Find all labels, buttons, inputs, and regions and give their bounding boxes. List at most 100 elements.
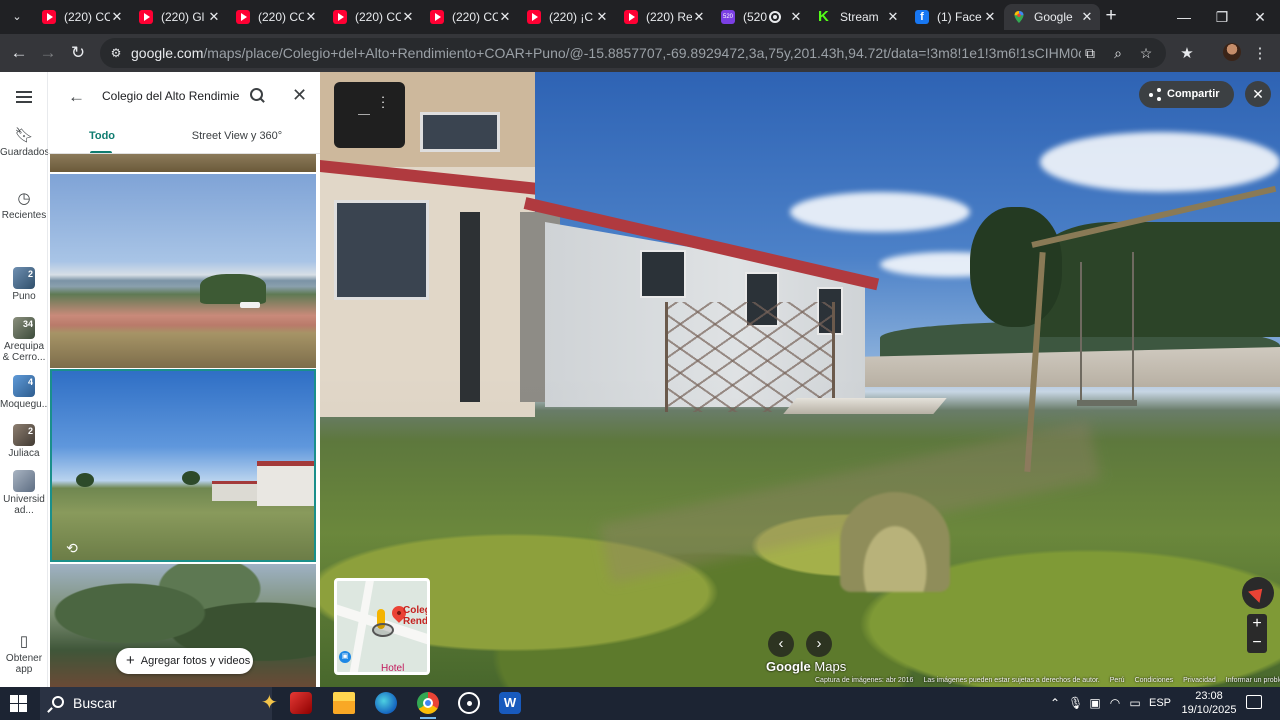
reload-icon[interactable]: ↻ [66,41,90,65]
language-indicator[interactable]: ESP [1148,695,1172,711]
browser-tab[interactable]: (220) Re ✕ [616,4,712,30]
back-icon[interactable]: ← [7,41,31,65]
menu-icon[interactable] [16,91,32,103]
bookmarks-icon[interactable]: ★ [1176,43,1198,65]
notifications-icon[interactable] [1246,695,1262,709]
country-link[interactable]: Perú [1110,677,1125,687]
minimize-window-icon[interactable]: — [1169,6,1199,28]
close-tab-icon[interactable]: ✕ [207,9,221,25]
browser-tab[interactable]: (220) CC ✕ [228,4,324,30]
word-app-icon[interactable]: W [499,692,521,714]
rail-item-recents[interactable]: ◷ Recientes [0,190,48,222]
street-view-menu[interactable]: · · · [334,82,405,148]
close-tab-icon[interactable]: ✕ [886,9,900,25]
tab-street-view[interactable]: Street View y 360° [188,130,286,142]
rail-item-place[interactable]: 2 Puno [0,267,48,303]
address-bar[interactable]: ⚙ google.com/maps/place/Colegio+del+Alto… [100,38,1166,68]
place-thumbnail: 2 [13,424,35,446]
search-input[interactable]: Colegio del Alto Rendimiento COAR Puno [102,89,240,103]
install-app-icon[interactable]: ⧉ [1080,43,1100,63]
rail-item-place[interactable]: 4 Moquegu... [0,375,50,411]
zoom-out-button[interactable]: − [1247,633,1267,653]
screen-recorder-icon[interactable] [458,692,480,714]
close-street-view-button[interactable]: ✕ [1245,81,1271,107]
close-tab-icon[interactable]: ✕ [304,9,318,25]
search-box[interactable]: ← Colegio del Alto Rendimiento COAR Puno… [58,80,311,114]
report-problem-link[interactable]: Informar un problema [1226,677,1280,687]
map-road [346,581,376,672]
mini-map[interactable]: Colegio Rendi ▣ Hotel Puma [334,578,430,675]
browser-tab[interactable]: (220) CC ✕ [34,4,130,30]
privacy-link[interactable]: Privacidad [1183,677,1216,687]
compass-icon[interactable] [1242,577,1274,609]
windows-taskbar: Buscar ✦ W ⌃ 🎙︎ ▣ ◠ ▭ ESP 23:08 19/10/20… [0,687,1280,720]
menu-kebab-icon[interactable]: ⋮ [1249,43,1271,65]
youtube-icon [139,10,153,24]
copilot-sparkle-icon[interactable]: ✦ [261,692,278,714]
terms-link[interactable]: Condiciones [1135,677,1174,687]
close-tab-icon[interactable]: ✕ [110,9,124,25]
browser-tab[interactable]: (220) ¡C ✕ [519,4,615,30]
profile-avatar[interactable] [1223,43,1241,61]
rail-item-place[interactable]: 2 Juliaca [0,424,48,460]
back-arrow-icon[interactable]: ← [68,87,85,107]
zoom-in-button[interactable]: + [1247,614,1267,634]
site-info-icon[interactable]: ⚙ [108,45,124,61]
close-tab-icon[interactable]: ✕ [1080,9,1094,25]
rail-item-saved[interactable]: 🔖︎ Guardados [0,127,49,159]
browser-tab[interactable]: (220) Gl ✕ [131,4,227,30]
file-explorer-icon[interactable] [333,692,355,714]
battery-icon[interactable]: ▭ [1128,695,1142,711]
show-hidden-icons-icon[interactable]: ⌃ [1048,695,1062,711]
wifi-icon[interactable]: ◠ [1108,695,1122,711]
new-tab-button[interactable]: + [1100,6,1122,28]
close-tab-icon[interactable]: ✕ [595,9,609,25]
chrome-browser-icon[interactable] [417,692,439,719]
street-view-panorama[interactable] [320,72,1280,687]
photo-thumbnail[interactable] [50,154,316,172]
close-tab-icon[interactable]: ✕ [789,9,803,25]
rail-item-label: Universid ad... [3,494,45,516]
rail-item-place[interactable]: Universid ad... [0,470,48,516]
browser-tab[interactable]: 520 (520 ✕ [713,4,809,30]
capture-date: Captura de imágenes: abr 2016 [815,677,914,684]
restore-window-icon[interactable]: ❐ [1207,6,1237,28]
more-options-icon[interactable]: · · · [380,90,386,113]
add-photos-button[interactable]: + Agregar fotos y videos [116,648,253,674]
tab-all[interactable]: Todo [78,130,126,142]
bookmark-star-icon[interactable]: ☆ [1136,43,1156,63]
camera-icon[interactable]: ▣ [1088,695,1102,711]
close-tab-icon[interactable]: ✕ [401,9,415,25]
close-window-icon[interactable]: ✕ [1245,6,1275,28]
browser-tab[interactable]: (220) CC ✕ [422,4,518,30]
url-text[interactable]: google.com/maps/place/Colegio+del+Alto+R… [131,45,1081,61]
share-button[interactable]: Compartir [1139,81,1234,108]
browser-tab[interactable]: f (1) Face ✕ [907,4,1003,30]
photo-thumbnail[interactable] [50,174,316,368]
rail-item-get-app[interactable]: ▯ Obtener app [0,633,48,675]
close-tab-icon[interactable]: ✕ [692,9,706,25]
youtube-icon [430,10,444,24]
logo-google: Google [766,659,811,674]
zoom-icon[interactable]: ⌕ [1108,43,1128,63]
photo-thumbnail-selected[interactable]: ⟲ [50,369,316,562]
browser-tab[interactable]: K Stream ✕ [810,4,906,30]
browser-tab[interactable]: (220) CC ✕ [325,4,421,30]
close-tab-icon[interactable]: ✕ [498,9,512,25]
clock[interactable]: 23:08 19/10/2025 [1180,689,1238,717]
rail-item-place[interactable]: 34 Arequipa & Cerro... [0,317,48,363]
forward-icon[interactable]: → [36,41,60,65]
search-icon[interactable] [248,86,268,106]
taskbar-search[interactable]: Buscar ✦ [40,687,278,720]
taskbar-app-icon[interactable] [290,692,312,714]
clear-search-icon[interactable]: ✕ [292,85,307,106]
next-photo-button[interactable]: › [806,631,832,657]
microphone-icon[interactable]: 🎙︎ [1068,695,1083,711]
close-tab-icon[interactable]: ✕ [983,9,997,25]
previous-photo-button[interactable]: ‹ [768,631,794,657]
tab-label: (220) CC [452,10,498,24]
windows-start-icon[interactable] [10,695,27,712]
tab-search-chevron-icon[interactable]: ⌄ [6,6,28,28]
edge-browser-icon[interactable] [375,692,397,714]
browser-tab-active[interactable]: Google ✕ [1004,4,1100,30]
